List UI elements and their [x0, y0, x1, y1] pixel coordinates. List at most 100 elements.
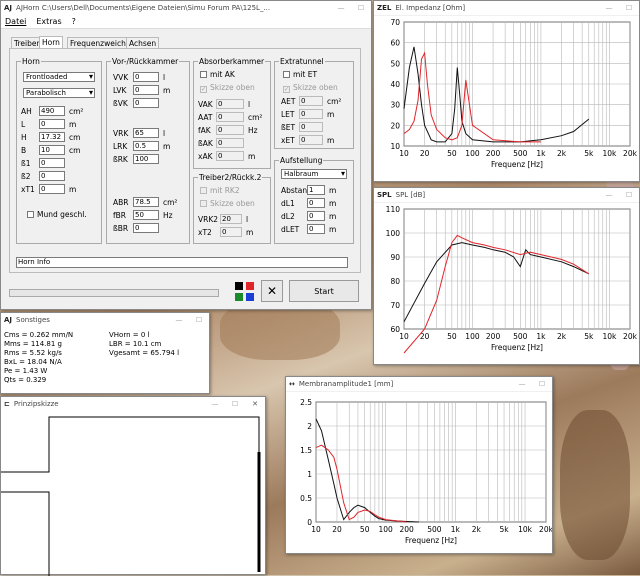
param-field[interactable]: 0	[299, 96, 323, 106]
horn-shape-select[interactable]: Parabolisch	[23, 88, 95, 98]
unit-label: m	[246, 228, 254, 237]
param-field[interactable]: 0	[216, 138, 244, 148]
sonstiges-left: Cms = 0.262 mm/N Mms = 114.81 g Rms = 5.52…	[4, 331, 73, 385]
param-field[interactable]: 0	[307, 198, 325, 208]
x-tick-label: 200	[486, 149, 501, 158]
mit-et-checkbox[interactable]: mit ET	[283, 70, 317, 79]
param-field[interactable]: 0	[299, 109, 323, 119]
y-tick-label: 40	[390, 80, 400, 89]
checkmark-icon: ✓	[200, 86, 207, 93]
spl-title-bar[interactable]: SPL SPL [dB] — ☐	[374, 188, 639, 202]
minimize-icon[interactable]: —	[512, 380, 532, 388]
raum-select[interactable]: Halbraum	[281, 169, 347, 179]
tab-panel: Horn Frontloaded Parabolisch AH490cm²L0m…	[9, 48, 361, 273]
blue-swatch[interactable]	[246, 293, 254, 301]
param-field[interactable]: 0	[133, 72, 159, 82]
color-selector[interactable]	[233, 281, 257, 303]
minimize-icon[interactable]: —	[331, 4, 351, 12]
param-field[interactable]: 0	[307, 211, 325, 221]
param-label: B	[21, 146, 27, 155]
impedance-chart: 7060504030201010 20 50 100 200 500 1k 2k 5k 10k 20…	[374, 16, 639, 181]
sonstiges-title-bar[interactable]: AJ Sonstiges — ☐	[1, 313, 209, 327]
param-label: VRK2	[198, 215, 219, 224]
unit-label: m	[329, 225, 337, 234]
x-axis-label: Frequenz [Hz]	[405, 536, 457, 545]
param-field[interactable]: 1	[307, 185, 325, 195]
tab-horn[interactable]: Horn	[39, 36, 63, 48]
skizze-title-bar[interactable]: ⊏ Prinzipskizze — ☐ ✕	[1, 397, 265, 411]
param-field[interactable]: 0	[39, 119, 65, 129]
param-field[interactable]: 0	[216, 151, 244, 161]
param-field[interactable]: 0	[299, 122, 323, 132]
close-icon[interactable]: ✕	[245, 400, 265, 408]
param-field[interactable]: 0	[39, 184, 65, 194]
param-label: ßVK	[113, 99, 128, 108]
param-field[interactable]: 65	[133, 128, 159, 138]
main-title-bar[interactable]: AJ AJHorn C:\Users\Dell\Documents\Eigene …	[1, 1, 371, 15]
black-swatch[interactable]	[235, 282, 243, 290]
minimize-icon[interactable]: —	[169, 316, 189, 324]
maximize-icon[interactable]: ☐	[225, 400, 245, 408]
minimize-icon[interactable]: —	[205, 400, 225, 408]
param-field[interactable]: 0	[216, 99, 244, 109]
checkbox-icon	[200, 71, 207, 78]
param-field[interactable]: 0	[133, 85, 159, 95]
delete-button[interactable]: ✕	[261, 280, 283, 302]
mit-ak-checkbox[interactable]: mit AK	[200, 70, 235, 79]
param-field[interactable]: 0	[39, 158, 65, 168]
minimize-icon[interactable]: —	[599, 4, 619, 12]
et-skizze-checkbox: ✓ Skizze oben	[283, 83, 338, 93]
param-label: LET	[281, 110, 295, 119]
param-label: AET	[281, 97, 296, 106]
minimize-icon[interactable]: —	[599, 191, 619, 199]
start-button[interactable]: Start	[289, 280, 359, 302]
maximize-icon[interactable]: ☐	[532, 380, 552, 388]
unit-label: m	[329, 212, 337, 221]
param-field[interactable]: 0.5	[133, 141, 159, 151]
param-field[interactable]: 0	[39, 171, 65, 181]
param-field[interactable]: 0	[220, 227, 242, 237]
impedance-title: El. Impedanz [Ohm]	[395, 4, 466, 12]
green-swatch[interactable]	[235, 293, 243, 301]
unit-label: l	[163, 129, 166, 138]
checkbox-icon	[27, 211, 34, 218]
param-label: dLET	[281, 225, 300, 234]
unit-label: Hz	[163, 211, 173, 220]
x-tick-label: 20	[420, 149, 430, 158]
param-field[interactable]: 17.32	[39, 132, 65, 142]
impedance-title-bar[interactable]: ZEL El. Impedanz [Ohm] — ☐	[374, 1, 639, 15]
x-tick-label: 100	[465, 149, 480, 158]
menu-help[interactable]: ?	[72, 17, 76, 26]
x-tick-label: 500	[513, 332, 528, 341]
param-field[interactable]: 78.5	[133, 197, 159, 207]
mund-checkbox[interactable]: Mund geschl.	[27, 210, 87, 219]
menu-datei[interactable]: Datei	[5, 17, 26, 26]
param-field[interactable]: 50	[133, 210, 159, 220]
menu-extras[interactable]: Extras	[36, 17, 61, 26]
param-field[interactable]: 490	[39, 106, 65, 116]
horn-type-select[interactable]: Frontloaded	[23, 72, 95, 82]
param-field[interactable]: 0	[299, 135, 323, 145]
param-field[interactable]: 100	[133, 154, 159, 164]
param-field[interactable]: 0	[216, 125, 244, 135]
param-label: xT2	[198, 228, 212, 237]
red-swatch[interactable]	[246, 282, 254, 290]
param-field[interactable]: 0	[307, 224, 325, 234]
membran-title: Membranamplitude1 [mm]	[298, 380, 394, 388]
membran-title-bar[interactable]: ↔ Membranamplitude1 [mm] — ☐	[286, 377, 552, 391]
unit-label: m	[163, 86, 171, 95]
y-tick-label: 2	[307, 422, 312, 431]
param-field[interactable]: 0	[216, 112, 244, 122]
param-field[interactable]: 10	[39, 145, 65, 155]
param-field[interactable]: 20	[220, 214, 242, 224]
param-field[interactable]: 0	[133, 98, 159, 108]
vor-rueck-group: Vor-/Rückkammer VVK 0 l LVK 0 m ßVK 0 VRK 65 l LRK 0…	[106, 57, 190, 244]
maximize-icon[interactable]: ☐	[619, 191, 639, 199]
maximize-icon[interactable]: ☐	[619, 4, 639, 12]
param-field[interactable]: 0	[133, 223, 159, 233]
x-tick-label: 20k	[623, 332, 638, 341]
app-icon: AJ	[4, 316, 13, 324]
maximize-icon[interactable]: ☐	[189, 316, 209, 324]
maximize-icon[interactable]: ☐	[351, 4, 371, 12]
horn-info-field[interactable]: Horn Info	[16, 257, 348, 268]
